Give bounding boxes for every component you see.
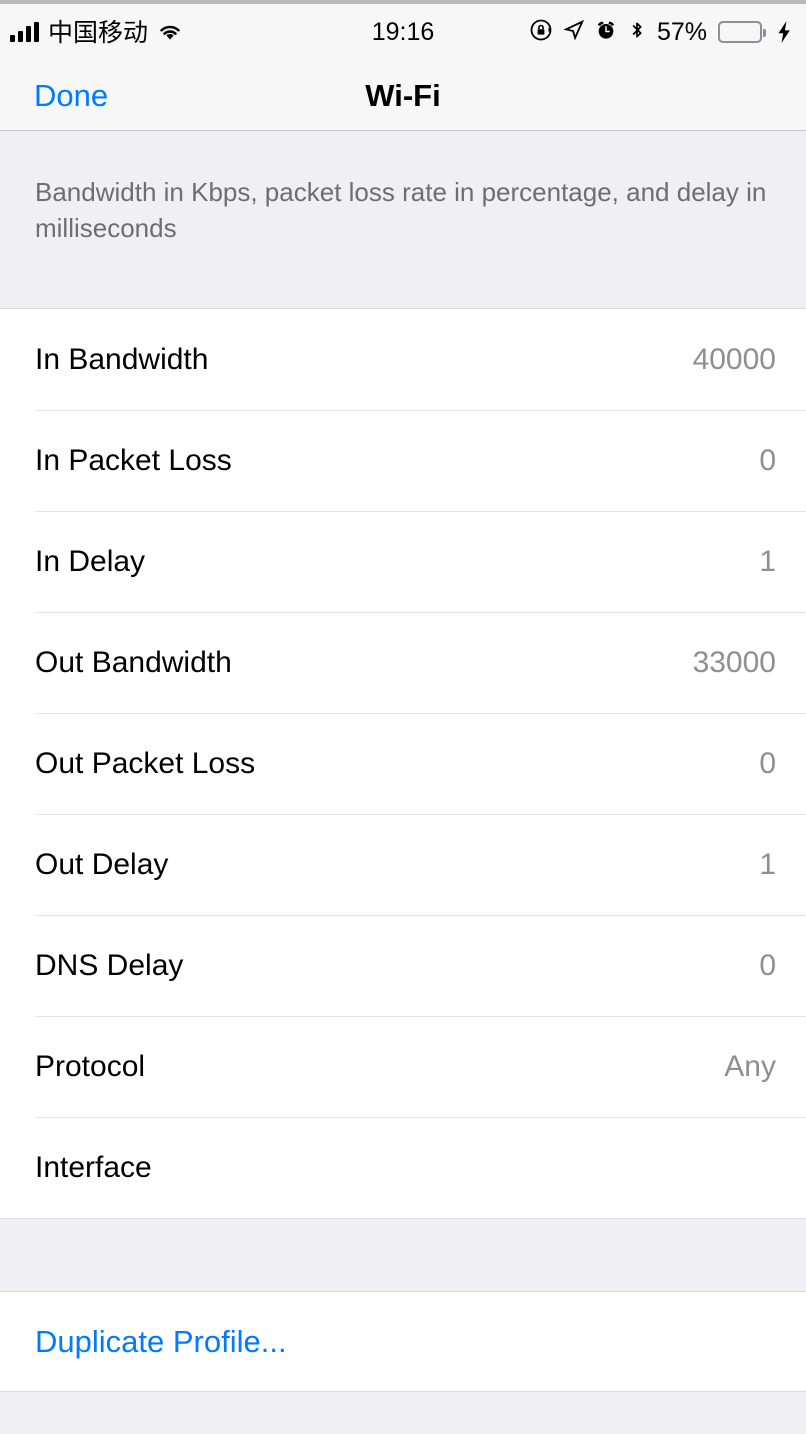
settings-row-label: Interface bbox=[35, 1150, 152, 1184]
settings-row-label: Out Packet Loss bbox=[35, 746, 256, 780]
settings-row[interactable]: In Packet Loss 0 bbox=[0, 410, 806, 511]
settings-row-label: In Delay bbox=[35, 544, 146, 578]
settings-list: In Bandwidth 40000 In Packet Loss 0 In Delay… bbox=[0, 308, 806, 1219]
settings-row[interactable]: Interface bbox=[0, 1117, 806, 1218]
status-bar: 中国移动 19:16 57% bbox=[0, 4, 806, 60]
actions-list: Duplicate Profile... bbox=[0, 1291, 806, 1392]
settings-row[interactable]: Protocol Any bbox=[0, 1016, 806, 1117]
settings-row[interactable]: Out Delay 1 bbox=[0, 814, 806, 915]
settings-row-label: In Packet Loss bbox=[35, 443, 232, 477]
location-arrow-icon bbox=[563, 19, 585, 46]
alarm-clock-icon bbox=[595, 19, 617, 46]
settings-row-value: Any bbox=[724, 1049, 776, 1083]
carrier-label: 中国移动 bbox=[48, 17, 149, 47]
wifi-icon bbox=[157, 22, 183, 42]
settings-row-value: 0 bbox=[759, 746, 776, 780]
signal-bars-icon bbox=[10, 22, 39, 42]
status-bar-right: 57% bbox=[529, 18, 792, 47]
settings-row[interactable]: In Delay 1 bbox=[0, 511, 806, 612]
settings-row-label: Out Bandwidth bbox=[35, 645, 232, 679]
status-bar-left: 中国移动 bbox=[10, 20, 183, 45]
section-header-description: Bandwidth in Kbps, packet loss rate in p… bbox=[35, 177, 767, 243]
bottom-gap bbox=[0, 1392, 806, 1434]
settings-row-value: 1 bbox=[759, 544, 776, 578]
settings-row[interactable]: Out Packet Loss 0 bbox=[0, 713, 806, 814]
charging-bolt-icon bbox=[776, 20, 792, 44]
bluetooth-icon bbox=[627, 18, 647, 47]
settings-row-value: 0 bbox=[759, 948, 776, 982]
navigation-bar: Done Wi-Fi bbox=[0, 60, 806, 131]
settings-row[interactable]: DNS Delay 0 bbox=[0, 915, 806, 1016]
rotation-lock-icon bbox=[529, 18, 553, 47]
settings-row[interactable]: In Bandwidth 40000 bbox=[0, 309, 806, 410]
page-title: Wi-Fi bbox=[365, 77, 441, 113]
action-row-label: Duplicate Profile... bbox=[35, 1324, 287, 1359]
iphone-screen: 中国移动 19:16 57% Done Wi-Fi Bandwidth in K… bbox=[0, 0, 806, 1434]
settings-row-label: Protocol bbox=[35, 1049, 146, 1083]
battery-icon bbox=[718, 21, 766, 43]
settings-row-value: 40000 bbox=[692, 342, 776, 376]
settings-row-value: 0 bbox=[759, 443, 776, 477]
battery-percent-label: 57% bbox=[656, 17, 707, 46]
settings-row-label: DNS Delay bbox=[35, 948, 184, 982]
duplicate-profile-button[interactable]: Duplicate Profile... bbox=[0, 1292, 806, 1391]
settings-row[interactable]: Out Bandwidth 33000 bbox=[0, 612, 806, 713]
settings-row-label: Out Delay bbox=[35, 847, 169, 881]
settings-row-label: In Bandwidth bbox=[35, 342, 209, 376]
settings-row-value: 1 bbox=[759, 847, 776, 881]
settings-row-value: 33000 bbox=[692, 645, 776, 679]
section-gap bbox=[0, 1219, 806, 1291]
section-header: Bandwidth in Kbps, packet loss rate in p… bbox=[0, 131, 806, 308]
